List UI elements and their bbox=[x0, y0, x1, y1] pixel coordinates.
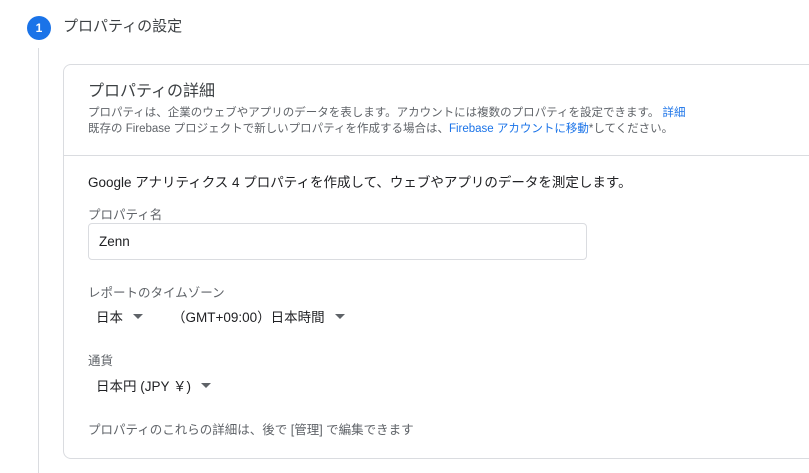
caret-down-icon bbox=[133, 313, 143, 319]
intro-text: Google アナリティクス 4 プロパティを作成して、ウェブやアプリのデータを… bbox=[88, 175, 632, 190]
property-name-label: プロパティ名 bbox=[88, 208, 163, 222]
timezone-label: レポートのタイムゾーン bbox=[88, 286, 225, 300]
property-name-value: Zenn bbox=[99, 234, 130, 249]
country-select[interactable]: 日本 bbox=[96, 306, 143, 326]
timezone-select-value: （GMT+09:00）日本時間 bbox=[172, 310, 325, 325]
firebase-account-link[interactable]: Firebase アカウントに移動 bbox=[449, 123, 589, 135]
step-title: プロパティの設定 bbox=[63, 18, 183, 35]
country-select-value: 日本 bbox=[96, 310, 123, 325]
currency-select[interactable]: 日本円 (JPY ￥) bbox=[96, 375, 212, 395]
currency-select-value: 日本円 (JPY ￥) bbox=[96, 379, 192, 394]
currency-label: 通貨 bbox=[88, 354, 114, 368]
card-title: プロパティの詳細 bbox=[88, 83, 216, 100]
step-number-badge: 1 bbox=[27, 16, 51, 40]
firebase-text-prefix: 既存の Firebase プロジェクトで新しいプロパティを作成する場合は、 bbox=[88, 123, 449, 135]
description-text: プロパティは、企業のウェブやアプリのデータを表します。アカウントには複数のプロパ… bbox=[88, 107, 660, 119]
caret-down-icon bbox=[334, 313, 345, 319]
property-setup-page: 1 プロパティの設定 プロパティの詳細 プロパティは、企業のウェブやアプリのデー… bbox=[0, 0, 809, 473]
learn-more-link[interactable]: 詳細 bbox=[663, 107, 686, 119]
edit-later-note: プロパティのこれらの詳細は、後で [管理] で編集できます bbox=[88, 423, 414, 437]
step-connector-line bbox=[38, 48, 39, 473]
timezone-select[interactable]: （GMT+09:00）日本時間 bbox=[172, 306, 345, 326]
card-description-line1: プロパティは、企業のウェブやアプリのデータを表します。アカウントには複数のプロパ… bbox=[88, 105, 686, 121]
property-name-input[interactable]: Zenn bbox=[88, 223, 587, 260]
caret-down-icon bbox=[201, 382, 212, 388]
card-header: プロパティの詳細 プロパティは、企業のウェブやアプリのデータを表します。アカウン… bbox=[64, 65, 809, 156]
card-description-line2: 既存の Firebase プロジェクトで新しいプロパティを作成する場合は、Fir… bbox=[88, 121, 673, 137]
firebase-text-suffix: *してください。 bbox=[588, 123, 674, 135]
property-details-card: プロパティの詳細 プロパティは、企業のウェブやアプリのデータを表します。アカウン… bbox=[63, 64, 809, 459]
